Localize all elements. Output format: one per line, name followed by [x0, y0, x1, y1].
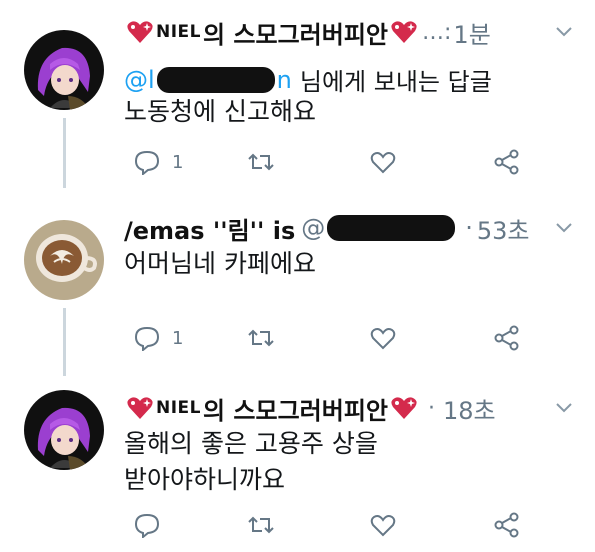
- tweet-text: 노동청에 신고해요: [124, 94, 316, 130]
- tweet-text-line: 올해의 좋은 고용주 상을: [124, 429, 378, 458]
- like-button[interactable]: [370, 323, 396, 353]
- like-button[interactable]: [370, 510, 396, 540]
- sparkling-heart-icon: [390, 395, 418, 421]
- share-icon: [494, 149, 519, 175]
- retweet-button[interactable]: [248, 323, 274, 353]
- tweet[interactable]: NIEL 의 스모그러버피안 · 18초 올해의 좋은 고용주 상을 받아야하니…: [0, 388, 595, 552]
- action-bar: 1: [124, 147, 564, 177]
- name-suffix: 의 스모그러버피안: [203, 20, 388, 49]
- tweet-header: NIEL 의 스모그러버피안 · 18초: [124, 388, 565, 428]
- retweet-icon: [248, 153, 274, 171]
- redaction-bar: [327, 215, 456, 241]
- reply-button[interactable]: 1: [134, 147, 183, 177]
- timestamp[interactable]: 1분: [453, 15, 490, 50]
- display-name[interactable]: NIEL 의 스모그러버피안: [156, 15, 388, 50]
- share-button[interactable]: [494, 147, 520, 177]
- reply-button[interactable]: [134, 510, 160, 540]
- mention-prefix: @l: [124, 65, 155, 94]
- tweet[interactable]: NIEL 의 스모그러버피안 …: 1분 @l n 님에게 보내는 답글 노동청…: [0, 12, 595, 182]
- tweet-header: NIEL 의 스모그러버피안 …: 1분: [124, 12, 565, 52]
- mention-suffix: n: [276, 65, 292, 94]
- share-button[interactable]: [494, 510, 520, 540]
- share-icon: [494, 325, 519, 351]
- avatar[interactable]: [24, 30, 104, 110]
- timestamp[interactable]: 53초: [477, 211, 530, 246]
- action-bar: 1: [124, 323, 564, 353]
- like-icon: [370, 328, 396, 350]
- name-suffix: 의 스모그러버피안: [203, 396, 388, 425]
- purple-hair-avatar-icon: [24, 390, 104, 470]
- retweet-button[interactable]: [248, 147, 274, 177]
- chevron-down-icon[interactable]: [555, 398, 573, 416]
- chevron-down-icon[interactable]: [555, 218, 573, 236]
- tweet-text-line: 노동청에 신고해요: [124, 97, 316, 126]
- separator: ·: [428, 395, 435, 421]
- tweet-header: /emas ''림'' is @ · 53초: [124, 208, 565, 248]
- timestamp[interactable]: 18초: [443, 391, 496, 426]
- reply-count: 1: [172, 327, 184, 349]
- like-button[interactable]: [370, 147, 396, 177]
- tweet-text-line: 받아야하니까요: [124, 465, 286, 494]
- mention-link[interactable]: @l n: [124, 66, 292, 94]
- redaction-bar: [156, 66, 275, 93]
- retweet-button[interactable]: [248, 510, 274, 540]
- separator: ·: [465, 214, 473, 242]
- sparkling-heart-icon: [390, 19, 418, 45]
- tweet-text: 어머님네 카페에요: [124, 246, 316, 282]
- chevron-down-icon[interactable]: [555, 22, 573, 40]
- separator: …:: [422, 19, 452, 45]
- reply-icon: [134, 513, 160, 538]
- sparkling-heart-icon: [126, 395, 154, 421]
- reply-context: @l n 님에게 보내는 답글: [124, 62, 492, 97]
- retweet-icon: [248, 516, 274, 534]
- reply-button[interactable]: 1: [134, 323, 183, 353]
- share-icon: [494, 512, 519, 538]
- display-name[interactable]: /emas ''림'' is: [124, 211, 295, 246]
- sparkling-heart-icon: [126, 19, 154, 45]
- handle-prefix: @: [301, 214, 326, 242]
- like-icon: [370, 152, 396, 174]
- tweet-text-line: 어머님네 카페에요: [124, 249, 316, 278]
- reply-label: 님에게 보내는 답글: [299, 68, 492, 96]
- latte-art-avatar-icon: [24, 220, 104, 300]
- like-icon: [370, 515, 396, 537]
- avatar[interactable]: [24, 390, 104, 470]
- reply-icon: [134, 326, 160, 351]
- avatar[interactable]: [24, 220, 104, 300]
- name-badge-text: NIEL: [156, 398, 201, 418]
- purple-hair-avatar-icon: [24, 30, 104, 110]
- reply-icon: [134, 150, 160, 175]
- action-bar: [124, 510, 564, 540]
- retweet-icon: [248, 329, 274, 347]
- handle[interactable]: @ ·: [301, 214, 473, 242]
- tweet[interactable]: /emas ''림'' is @ · 53초 어머님네 카페에요 1: [0, 208, 595, 368]
- tweet-text: 올해의 좋은 고용주 상을 받아야하니까요: [124, 426, 378, 498]
- share-button[interactable]: [494, 323, 520, 353]
- name-badge-text: NIEL: [156, 22, 201, 42]
- display-name[interactable]: NIEL 의 스모그러버피안: [156, 391, 388, 426]
- reply-count: 1: [172, 151, 184, 173]
